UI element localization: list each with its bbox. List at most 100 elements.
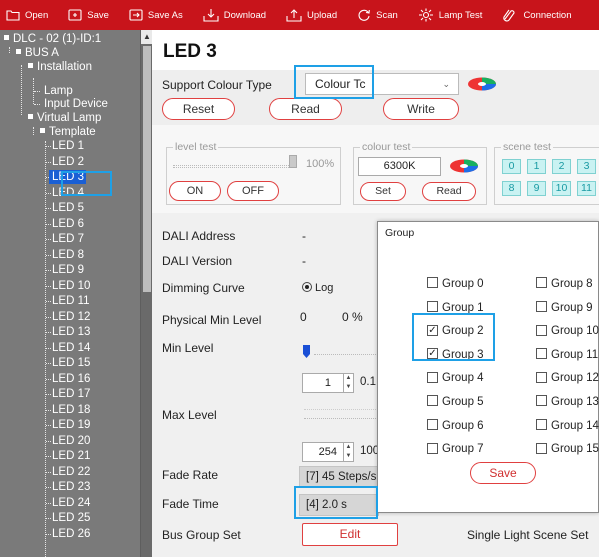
tree-node-input-device[interactable]: Input Device <box>44 97 108 111</box>
group-checkbox[interactable]: Group 1 <box>427 301 484 314</box>
connection-button[interactable]: Connection <box>502 8 572 22</box>
checkbox-unchecked-icon[interactable] <box>427 395 438 407</box>
bus-group-edit-button[interactable]: Edit <box>302 523 398 546</box>
checkbox-unchecked-icon[interactable] <box>536 324 547 336</box>
read-button[interactable]: Read <box>269 98 342 120</box>
download-button[interactable]: Download <box>203 8 266 22</box>
group-checkbox[interactable]: Group 15 <box>536 442 599 455</box>
min-level-slider-track[interactable] <box>314 354 378 355</box>
tree-node-led[interactable]: LED 22 <box>52 465 90 479</box>
tree-node-led[interactable]: LED 9 <box>52 263 84 277</box>
tree-node-led[interactable]: LED 17 <box>52 387 90 401</box>
tree-node-led[interactable]: LED 8 <box>52 248 84 262</box>
colour-wheel-icon[interactable] <box>467 76 497 92</box>
reset-button[interactable]: Reset <box>162 98 235 120</box>
checkbox-unchecked-icon[interactable] <box>427 277 438 289</box>
group-checkbox[interactable]: Group 11 <box>536 348 598 361</box>
write-button[interactable]: Write <box>383 98 459 120</box>
checkbox-unchecked-icon[interactable] <box>427 442 438 454</box>
checkbox-unchecked-icon[interactable] <box>427 301 438 313</box>
group-checkbox[interactable]: Group 4 <box>427 371 484 384</box>
colour-set-button[interactable]: Set <box>360 182 406 201</box>
scene-button[interactable]: 2 <box>552 159 571 174</box>
group-checkbox[interactable]: Group 13 <box>536 395 599 408</box>
on-button[interactable]: ON <box>169 181 221 201</box>
tree-node-template[interactable]: Template <box>40 125 96 139</box>
tree-node-led[interactable]: LED 10 <box>52 279 90 293</box>
tree-node-lamp[interactable]: Lamp <box>44 84 73 98</box>
spinner-arrows-icon[interactable]: ▲ ▼ <box>343 443 353 461</box>
tree-node-bus[interactable]: BUS A <box>16 46 59 60</box>
group-checkbox[interactable]: Group 6 <box>427 419 484 432</box>
lamp-test-button[interactable]: Lamp Test <box>418 8 482 22</box>
tree-node-led[interactable]: LED 5 <box>52 201 84 215</box>
max-level-slider-track[interactable] <box>304 418 378 419</box>
colour-wheel-icon[interactable] <box>449 158 479 174</box>
group-checkbox[interactable]: Group 14 <box>536 419 599 432</box>
group-checkbox[interactable]: Group 5 <box>427 395 484 408</box>
group-checkbox[interactable]: Group 10 <box>536 324 599 337</box>
checkbox-unchecked-icon[interactable] <box>536 442 547 454</box>
sidebar-scrollbar[interactable]: ▲ <box>140 30 152 557</box>
scene-button[interactable]: 11 <box>577 181 596 196</box>
tree-node-led[interactable]: LED 7 <box>52 232 84 246</box>
group-checkbox[interactable]: Group 0 <box>427 277 484 290</box>
tree-node-led[interactable]: LED 11 <box>52 294 90 308</box>
checkbox-unchecked-icon[interactable] <box>536 395 547 407</box>
tree-node-led[interactable]: LED 19 <box>52 418 90 432</box>
spinner-arrows-icon[interactable]: ▲ ▼ <box>343 374 353 392</box>
tree-node-led[interactable]: LED 1 <box>52 139 84 153</box>
checkbox-unchecked-icon[interactable] <box>536 301 547 313</box>
upload-button[interactable]: Upload <box>286 8 337 22</box>
group-checkbox[interactable]: Group 8 <box>536 277 593 290</box>
group-checkbox[interactable]: Group 12 <box>536 371 599 384</box>
checkbox-unchecked-icon[interactable] <box>536 419 547 431</box>
tree-node-root[interactable]: DLC - 02 (1)-ID:1 <box>4 32 101 46</box>
off-button[interactable]: OFF <box>227 181 279 201</box>
scene-button[interactable]: 3 <box>577 159 596 174</box>
min-level-slider-thumb[interactable] <box>302 345 312 359</box>
tree-node-led[interactable]: LED 14 <box>52 341 90 355</box>
checkbox-unchecked-icon[interactable] <box>536 348 547 360</box>
tree-node-installation[interactable]: Installation <box>28 60 92 74</box>
min-level-spinner[interactable]: 1 ▲ ▼ <box>302 373 354 393</box>
scene-button[interactable]: 0 <box>502 159 521 174</box>
tree-node-led[interactable]: LED 2 <box>52 155 84 169</box>
tree-node-led[interactable]: LED 24 <box>52 496 90 510</box>
colour-read-button[interactable]: Read <box>422 182 476 201</box>
tree-node-led[interactable]: LED 23 <box>52 480 90 494</box>
tree-node-led[interactable]: LED 13 <box>52 325 90 339</box>
scene-button[interactable]: 8 <box>502 181 521 196</box>
open-button[interactable]: Open <box>6 9 48 21</box>
scan-button[interactable]: Scan <box>357 8 398 22</box>
scroll-up-arrow-icon[interactable]: ▲ <box>141 30 152 44</box>
tree-node-virtual-lamp[interactable]: Virtual Lamp <box>28 111 101 125</box>
tree-node-led[interactable]: LED 15 <box>52 356 90 370</box>
group-checkbox[interactable]: Group 7 <box>427 442 484 455</box>
checkbox-unchecked-icon[interactable] <box>427 419 438 431</box>
tree-node-led[interactable]: LED 12 <box>52 310 90 324</box>
checkbox-unchecked-icon[interactable] <box>536 277 547 289</box>
save-as-button[interactable]: Save As <box>129 9 183 21</box>
tree-node-led[interactable]: LED 21 <box>52 449 90 463</box>
scrollbar-thumb[interactable] <box>143 46 151 292</box>
level-slider-thumb[interactable] <box>289 155 297 168</box>
tree-node-led[interactable]: LED 25 <box>52 511 90 525</box>
checkbox-unchecked-icon[interactable] <box>427 371 438 383</box>
scene-button[interactable]: 10 <box>552 181 571 196</box>
colour-temperature-value[interactable]: 6300K <box>358 157 441 176</box>
fade-rate-select[interactable]: [7] 45 Steps/s <box>299 466 379 488</box>
tree-node-led[interactable]: LED 20 <box>52 434 90 448</box>
checkbox-unchecked-icon[interactable] <box>536 371 547 383</box>
max-level-spinner[interactable]: 254 ▲ ▼ <box>302 442 354 462</box>
dialog-save-button[interactable]: Save <box>470 462 536 484</box>
tree-node-led[interactable]: LED 16 <box>52 372 90 386</box>
tree-node-led[interactable]: LED 6 <box>52 217 84 231</box>
level-slider-track[interactable] <box>173 165 293 168</box>
group-checkbox[interactable]: Group 9 <box>536 301 593 314</box>
dimming-curve-log-radio[interactable]: Log <box>302 281 333 294</box>
tree-node-led[interactable]: LED 18 <box>52 403 90 417</box>
tree-node-led[interactable]: LED 26 <box>52 527 90 541</box>
save-button[interactable]: Save <box>68 9 109 21</box>
scene-button[interactable]: 1 <box>527 159 546 174</box>
